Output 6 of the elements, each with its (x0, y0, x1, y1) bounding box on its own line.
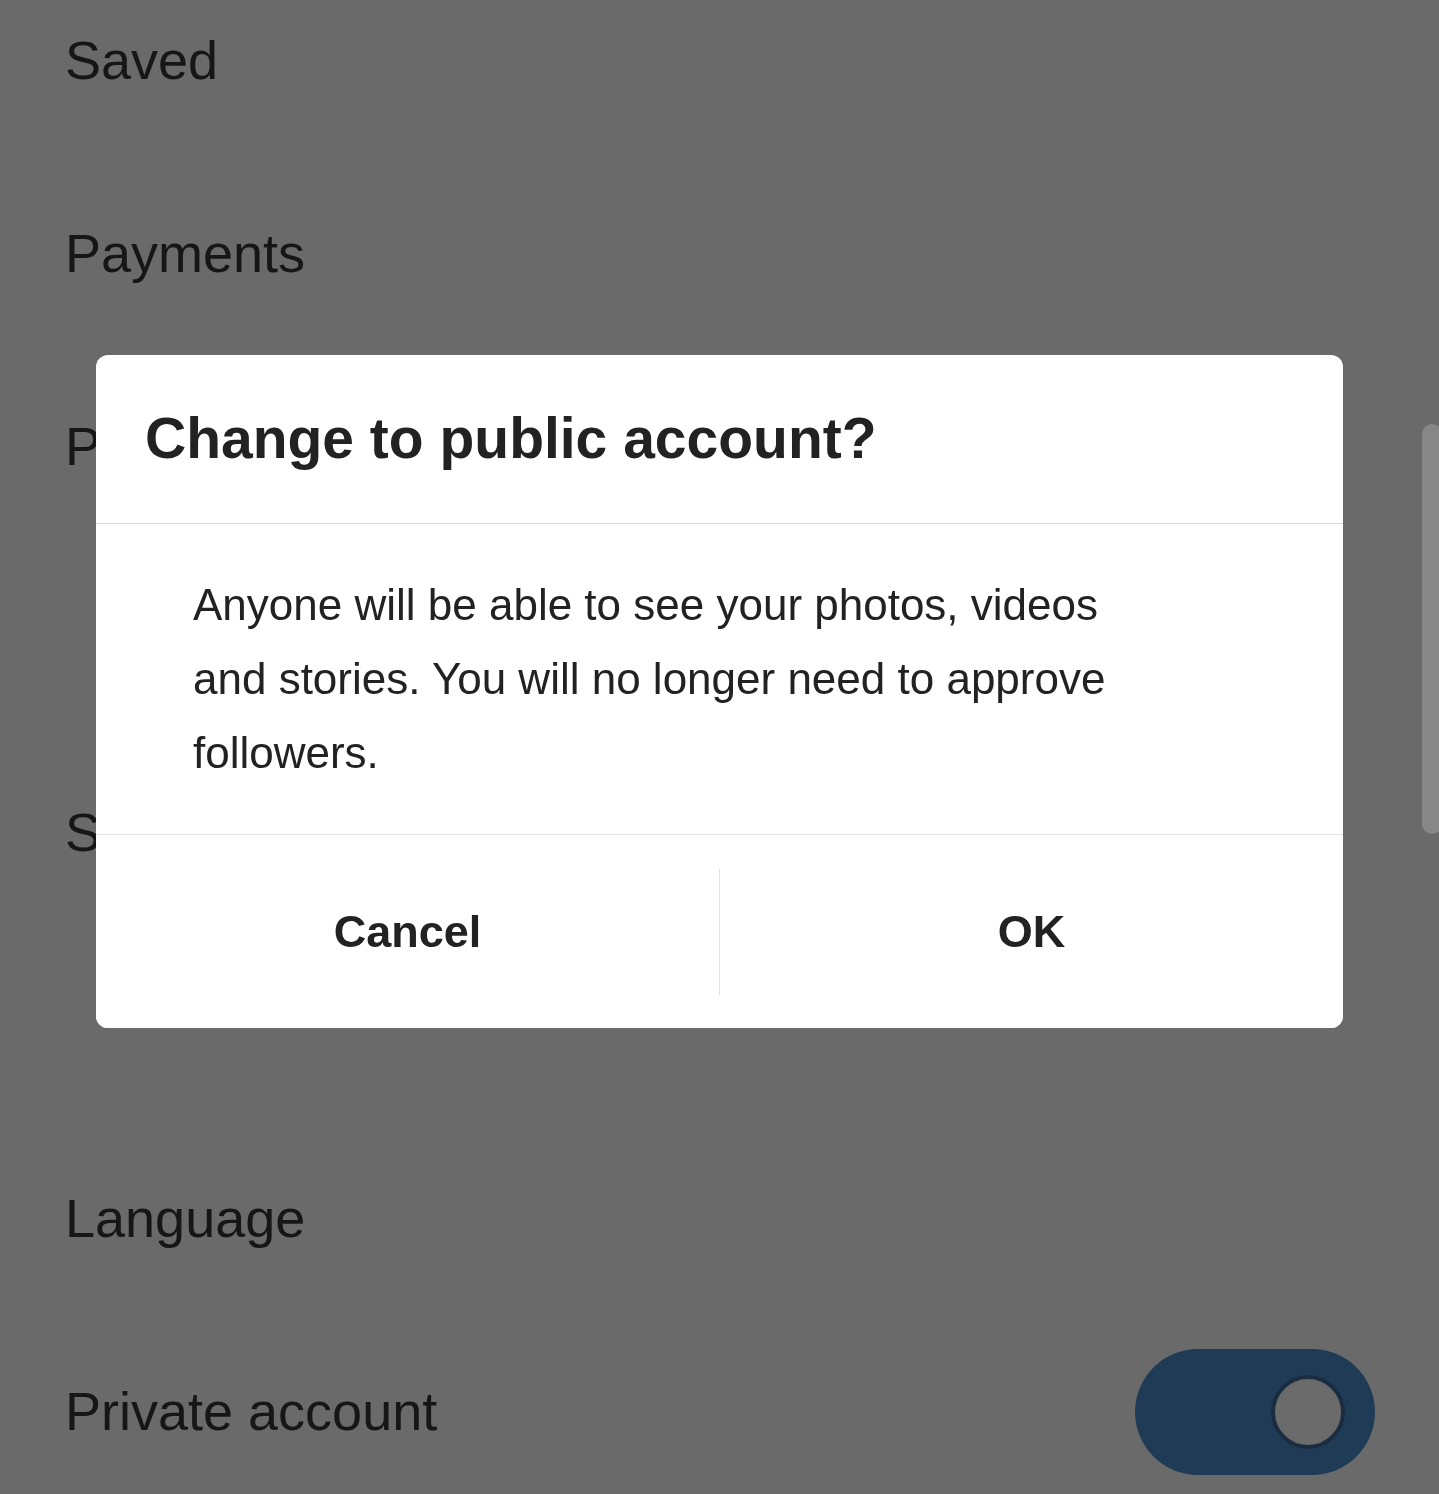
dialog-message: Anyone will be able to see your photos, videos and stories. You will no longer need to approve followers. (193, 579, 1107, 779)
settings-item[interactable]: Language (65, 1186, 306, 1251)
dialog-title: Change to public account? (96, 355, 1343, 524)
settings-item[interactable]: Saved (65, 28, 219, 93)
settings-item[interactable]: Private account (65, 1379, 438, 1444)
settings-item[interactable]: Payments (65, 221, 306, 286)
